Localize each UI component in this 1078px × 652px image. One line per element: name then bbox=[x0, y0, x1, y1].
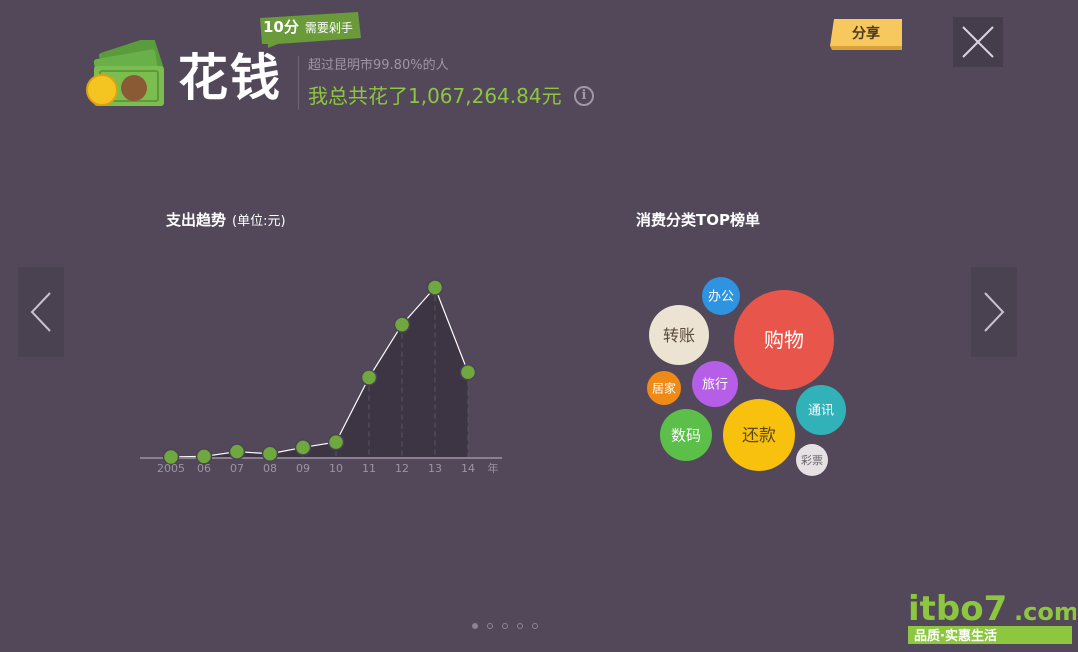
pagination-dot[interactable] bbox=[517, 623, 523, 629]
category-bubble[interactable]: 转账 bbox=[649, 305, 709, 365]
watermark-domain: .com bbox=[1014, 598, 1076, 626]
category-bubble[interactable]: 办公 bbox=[702, 277, 740, 315]
trend-point[interactable] bbox=[327, 433, 345, 451]
trend-unit: (单位:元) bbox=[232, 214, 286, 229]
info-icon[interactable]: i bbox=[574, 86, 594, 106]
title-divider bbox=[298, 56, 299, 110]
bubble-label: 办公 bbox=[708, 290, 734, 305]
trend-tick-label: 09 bbox=[296, 462, 310, 475]
category-bubble[interactable]: 还款 bbox=[723, 399, 795, 471]
trend-tick-label: 07 bbox=[230, 462, 244, 475]
pagination-dot[interactable] bbox=[487, 623, 493, 629]
bubble-label: 转账 bbox=[663, 326, 695, 345]
trend-point[interactable] bbox=[459, 363, 477, 381]
trend-tick-label: 13 bbox=[428, 462, 442, 475]
trend-tick-label: 2005 bbox=[157, 462, 185, 475]
trend-section-title: 支出趋势 (单位:元) bbox=[166, 210, 286, 232]
bubble-label: 居家 bbox=[652, 380, 676, 395]
trend-chart: 2005 06 07 08 09 10 11 12 13 14 年 bbox=[140, 279, 502, 475]
top-section-title: 消费分类TOP榜单 bbox=[636, 211, 760, 229]
close-button[interactable] bbox=[953, 17, 1003, 67]
watermark-brand: itbo7 bbox=[908, 589, 1007, 629]
trend-x-unit: 年 bbox=[488, 461, 499, 475]
bubble-label: 通讯 bbox=[808, 404, 834, 419]
category-bubble-chart: 购物 办公转账旅行 居家数码 还款 通讯彩票 bbox=[647, 277, 846, 476]
trend-tick-label: 12 bbox=[395, 462, 409, 475]
prev-page-button[interactable] bbox=[18, 267, 64, 357]
trend-tick-label: 10 bbox=[329, 462, 343, 475]
category-bubble[interactable]: 通讯 bbox=[796, 385, 846, 435]
pagination-dot[interactable] bbox=[532, 623, 538, 629]
pagination-dot[interactable] bbox=[502, 623, 508, 629]
category-bubble[interactable]: 居家 bbox=[647, 371, 681, 405]
category-bubble[interactable]: 旅行 bbox=[692, 361, 738, 407]
trend-area bbox=[171, 287, 468, 458]
chevron-left-icon bbox=[30, 292, 51, 332]
category-bubble[interactable]: 数码 bbox=[660, 409, 712, 461]
share-button[interactable]: 分享 bbox=[830, 19, 902, 50]
score-badge: 10分 需要剁手 bbox=[263, 17, 353, 38]
bubble-label: 彩票 bbox=[801, 454, 823, 467]
trend-tick-label: 08 bbox=[263, 462, 277, 475]
trend-point[interactable] bbox=[261, 445, 279, 463]
rank-text: 超过昆明市99.80%的人 bbox=[308, 58, 449, 73]
spend-total: 我总共花了1,067,264.84元 bbox=[308, 84, 562, 108]
trend-tick-label: 14 bbox=[461, 462, 475, 475]
trend-tick-label: 11 bbox=[362, 462, 376, 475]
category-bubble[interactable]: 购物 bbox=[734, 290, 834, 390]
close-icon bbox=[962, 26, 994, 58]
score-level: 需要剁手 bbox=[304, 21, 353, 35]
money-icon bbox=[86, 40, 164, 106]
category-bubble[interactable]: 彩票 bbox=[796, 444, 828, 476]
pagination-dot[interactable] bbox=[472, 623, 478, 629]
chevron-right-icon bbox=[984, 292, 1005, 332]
page-title: 花钱 bbox=[178, 49, 282, 107]
trend-tick-label: 06 bbox=[197, 462, 211, 475]
pagination-dots bbox=[472, 614, 552, 629]
score-value: 10分 bbox=[263, 18, 299, 36]
next-page-button[interactable] bbox=[971, 267, 1017, 357]
trend-point[interactable] bbox=[360, 369, 378, 386]
trend-point[interactable] bbox=[393, 316, 411, 333]
bubble-label: 数码 bbox=[671, 426, 701, 444]
trend-point[interactable] bbox=[426, 279, 444, 296]
watermark-slogan: 品质·实惠生活 bbox=[914, 628, 997, 644]
trend-title: 支出趋势 bbox=[166, 211, 227, 229]
trend-point[interactable] bbox=[294, 439, 312, 456]
bubble-label: 购物 bbox=[764, 328, 804, 352]
watermark-logo: itbo7 .com 品质·实惠生活 bbox=[908, 589, 1076, 644]
bubble-label: 还款 bbox=[742, 426, 776, 446]
bubble-label: 旅行 bbox=[702, 378, 728, 393]
trend-point[interactable] bbox=[228, 443, 246, 460]
